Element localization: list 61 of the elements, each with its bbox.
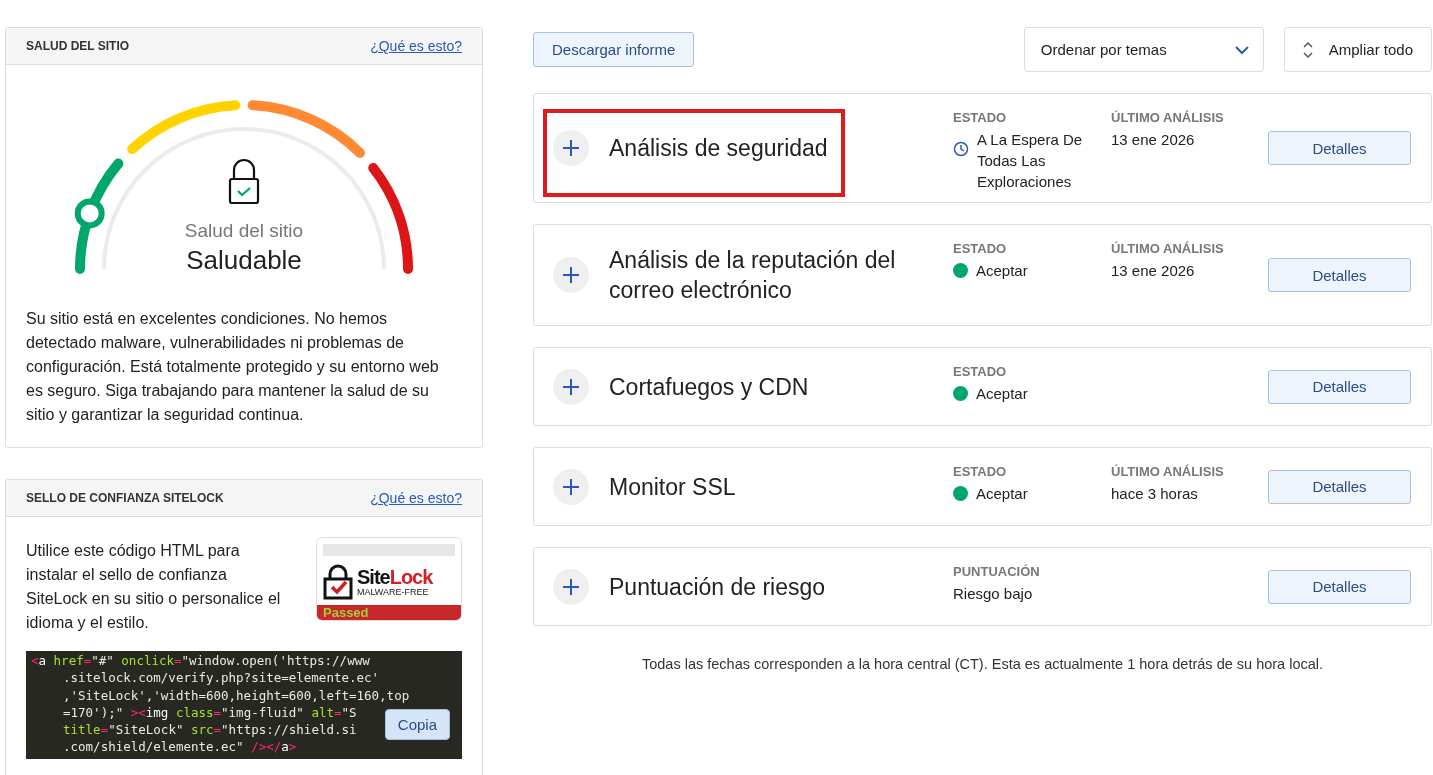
code-snippet: <a href="#" onclick="window.open('https://www .sitelock.com/verify.php?site=elemente.ec' ,'SiteLock','width=600,height=600,left=160,top =170');" ><img class="img-fluid" alt="S title="SiteLock" src="https://shield.si .com/shield/elemente.ec" /></a> Copia [26,651,462,759]
chevron-down-icon [1234,44,1249,55]
last-scan-date: 13 ene 2026 [1111,130,1196,150]
details-button[interactable]: Detalles [1268,469,1411,504]
gauge-label: Salud del sitio [184,220,304,241]
column-label: ÚLTIMO ANÁLISIS [1111,464,1225,479]
plus-icon [561,476,581,497]
status-dot [953,486,968,501]
badge-tagline: MALWARE-FREE [357,586,430,597]
help-link[interactable]: ¿Qué es esto? [370,490,462,506]
status-value: Aceptar [976,261,1028,281]
details-button[interactable]: Detalles [1268,131,1411,165]
health-description: Su sitio está en excelentes condiciones. No hemos detectado malware, vulnerabilidades ni problemas de configuración. Está totalmente protegido y su entorno web es seguro. Siga trabajando para mantener la salud de su sitio y garantizar la seguridad continua. [25,309,440,425]
check-title: Puntuación de riesgo [609,572,826,602]
expand-all-button[interactable]: Ampliar todo [1283,27,1432,72]
expand-button[interactable] [553,368,589,405]
status-value: Aceptar [976,384,1028,404]
status-value: Riesgo bajo [953,584,1033,604]
status-value: Aceptar [976,484,1028,504]
column-label: ÚLTIMO ANÁLISIS [1111,241,1225,256]
brand-name: SiteLock [357,566,433,587]
check-title: Análisis de seguridad [609,134,828,163]
seal-description: Utilice este código HTML para instalar el sello de confianza SiteLock en su sitio o personalice el idioma y el estilo. [26,541,282,633]
details-button[interactable]: Detalles [1268,258,1411,292]
expand-button[interactable] [553,257,589,293]
check-title: Análisis de la reputación del correo electrónico [609,246,897,305]
column-label: PUNTUACIÓN [953,564,1041,579]
check-title: Cortafuegos y CDN [609,372,809,402]
column-label: ESTADO [953,464,1008,479]
details-button[interactable]: Detalles [1268,569,1411,604]
column-label: ESTADO [953,241,1008,256]
status-dot [953,386,968,401]
status-value: A La Espera De Todas Las Exploraciones [977,130,1084,192]
last-scan-date: hace 3 horas [1111,484,1199,504]
download-report-button[interactable]: Descargar informe [533,32,695,67]
health-status: Saludable [186,245,302,275]
badge-status: Passed [317,605,461,620]
column-label: ESTADO [953,110,1008,125]
column-label: ESTADO [953,364,1008,379]
expand-button[interactable] [553,130,589,166]
plus-icon [561,138,581,158]
clock-icon [953,141,969,157]
plus-icon [561,376,581,397]
padlock-check-icon [323,563,353,600]
status-dot [953,263,968,278]
help-link[interactable]: ¿Qué es esto? [370,38,462,54]
card-title: SALUD DEL SITIO [26,39,130,53]
plus-icon [561,576,581,597]
column-label: ÚLTIMO ANÁLISIS [1111,110,1225,125]
check-title: Monitor SSL [609,472,736,502]
expand-button[interactable] [553,468,589,505]
copy-button[interactable]: Copia [384,709,450,740]
padlock-check-icon [228,159,260,205]
last-scan-date: 13 ene 2026 [1111,261,1196,281]
details-button[interactable]: Detalles [1268,369,1411,404]
plus-icon [561,265,581,285]
timezone-note: Todas las fechas corresponden a la hora central (CT). Esta es actualmente 1 hora detrás de su hora local. [640,656,1325,672]
expand-icon [1302,40,1313,59]
expand-button[interactable] [553,568,589,605]
sort-dropdown[interactable]: Ordenar por temas [1023,27,1264,72]
card-title: SELLO DE CONFIANZA SITELOCK [26,491,224,505]
